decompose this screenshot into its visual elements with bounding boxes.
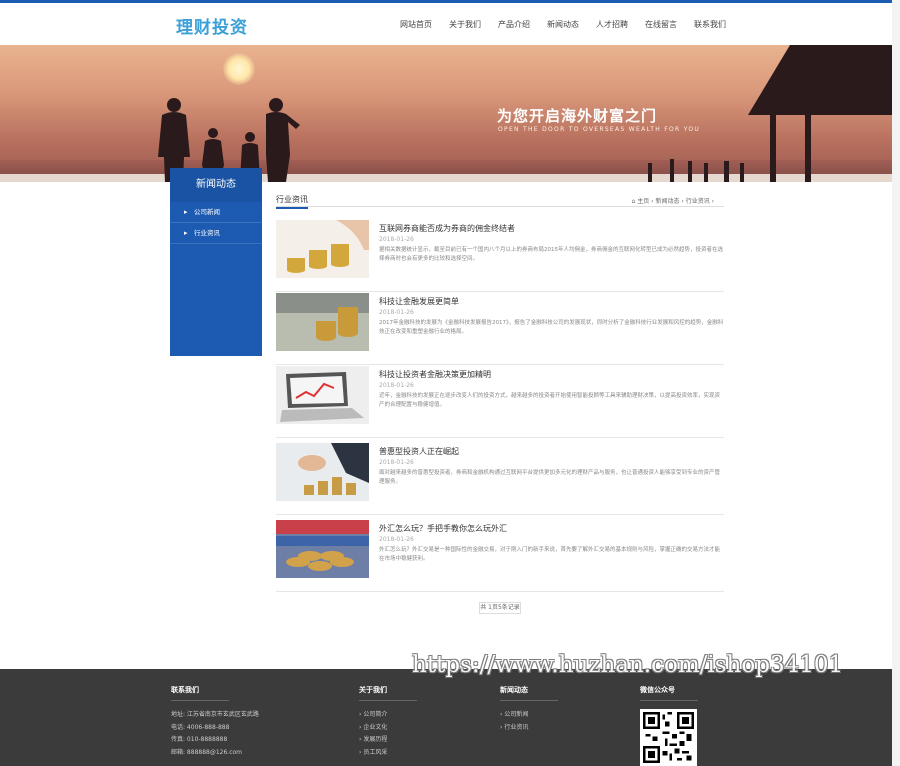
site-logo[interactable]: 理财投资 bbox=[176, 13, 248, 38]
pagination-info: 共 1页5条记录 bbox=[479, 602, 521, 614]
category-title: 行业资讯 bbox=[276, 194, 308, 209]
footer-news: 新闻动态 公司新闻 行业资讯 bbox=[500, 685, 558, 734]
banner-subtitle: OPEN THE DOOR TO OVERSEAS WEALTH FOR YOU bbox=[498, 126, 701, 133]
footer-link-intro[interactable]: 公司简介 bbox=[359, 709, 417, 722]
footer-news-title: 新闻动态 bbox=[500, 685, 558, 701]
wechat-qr-code bbox=[640, 709, 697, 766]
site-header: 理财投资 网站首页 关于我们 产品介绍 新闻动态 人才招聘 在线留言 联系我们 bbox=[0, 3, 892, 45]
beach-hut-silhouette bbox=[648, 45, 892, 182]
news-item[interactable]: 外汇怎么玩？手把手教你怎么玩外汇 2018-01-26 外汇怎么玩？外汇交易是一… bbox=[276, 520, 724, 592]
news-title[interactable]: 科技让金融发展更简单 bbox=[379, 296, 459, 307]
sidebar-title: 新闻动态 bbox=[170, 168, 262, 202]
news-title[interactable]: 普惠型投资人正在崛起 bbox=[379, 446, 459, 457]
news-date: 2018-01-26 bbox=[379, 309, 414, 316]
footer-wechat: 微信公众号 bbox=[640, 685, 698, 709]
news-summary: 2017年金融科技的发展为《金融科技发展报告2017》，报告了金融科技公司的发展… bbox=[379, 320, 724, 335]
news-item[interactable]: 互联网券商能否成为券商的佣金终结者 2018-01-26 据相关数据统计显示，截… bbox=[276, 220, 724, 292]
news-thumbnail[interactable] bbox=[276, 293, 369, 351]
news-item[interactable]: 科技让金融发展更简单 2018-01-26 2017年金融科技的发展为《金融科技… bbox=[276, 293, 724, 365]
footer-email: 邮箱: 888888@126.com bbox=[171, 748, 243, 756]
news-date: 2018-01-26 bbox=[379, 382, 414, 389]
news-item[interactable]: 普惠型投资人正在崛起 2018-01-26 面对越来越多的普惠型投资者，券商和金… bbox=[276, 443, 724, 515]
sidebar-item-industry-news[interactable]: 行业资讯 bbox=[170, 223, 262, 244]
footer-wechat-title: 微信公众号 bbox=[640, 685, 698, 701]
news-item[interactable]: 科技让投资者金融决策更加精明 2018-01-26 近年，金融科技的发展正在逐步… bbox=[276, 366, 724, 438]
breadcrumb[interactable]: ⌂ 主页 › 新闻动态 › 行业资讯 › bbox=[632, 196, 714, 205]
footer-address: 地址: 江苏省南京市玄武区玄武路 bbox=[171, 711, 259, 718]
site-footer: 联系我们 地址: 江苏省南京市玄武区玄武路 电话: 4006-888-888 传… bbox=[0, 669, 892, 766]
nav-contact[interactable]: 联系我们 bbox=[694, 19, 726, 30]
footer-fax: 传真: 010-8888888 bbox=[171, 736, 228, 743]
nav-products[interactable]: 产品介绍 bbox=[498, 19, 530, 30]
news-title[interactable]: 互联网券商能否成为券商的佣金终结者 bbox=[379, 223, 515, 234]
content-header: 行业资讯 ⌂ 主页 › 新闻动态 › 行业资讯 › bbox=[276, 193, 724, 209]
main-nav: 网站首页 关于我们 产品介绍 新闻动态 人才招聘 在线留言 联系我们 bbox=[400, 19, 743, 30]
news-title[interactable]: 科技让投资者金融决策更加精明 bbox=[379, 369, 491, 380]
footer-contact: 联系我们 地址: 江苏省南京市玄武区玄武路 电话: 4006-888-888 传… bbox=[171, 685, 259, 759]
footer-about: 关于我们 公司简介 企业文化 发展历程 员工风采 bbox=[359, 685, 417, 759]
banner-title: 为您开启海外财富之门 bbox=[497, 107, 658, 125]
footer-phone: 电话: 4006-888-888 bbox=[171, 723, 230, 731]
sunset-sun bbox=[223, 53, 255, 85]
scrollbar-track[interactable] bbox=[892, 0, 900, 766]
watermark-url: https://www.huzhan.com/ishop34101 bbox=[412, 652, 844, 678]
news-date: 2018-01-26 bbox=[379, 536, 414, 543]
hero-banner: 为您开启海外财富之门 OPEN THE DOOR TO OVERSEAS WEA… bbox=[0, 45, 892, 182]
news-thumbnail[interactable] bbox=[276, 520, 369, 578]
footer-about-title: 关于我们 bbox=[359, 685, 417, 701]
news-date: 2018-01-26 bbox=[379, 236, 414, 243]
footer-link-culture[interactable]: 企业文化 bbox=[359, 722, 417, 735]
news-summary: 面对越来越多的普惠型投资者，券商和金融机构通过互联网平台提供更加多元化的理财产品… bbox=[379, 470, 721, 485]
footer-link-company-news[interactable]: 公司新闻 bbox=[500, 709, 558, 722]
nav-message[interactable]: 在线留言 bbox=[645, 19, 677, 30]
footer-contact-title: 联系我们 bbox=[171, 685, 229, 701]
news-date: 2018-01-26 bbox=[379, 459, 414, 466]
nav-about[interactable]: 关于我们 bbox=[449, 19, 481, 30]
news-summary: 外汇怎么玩？外汇交易是一种国际性的金融交易，对于刚入门的新手来说，首先要了解外汇… bbox=[379, 547, 721, 562]
news-thumbnail[interactable] bbox=[276, 366, 369, 424]
news-summary: 近年，金融科技的发展正在逐步改变人们的投资方式，越来越多的投资者开始使用智能投顾… bbox=[379, 393, 721, 408]
footer-link-industry-news[interactable]: 行业资讯 bbox=[500, 722, 558, 735]
nav-home[interactable]: 网站首页 bbox=[400, 19, 432, 30]
news-thumbnail[interactable] bbox=[276, 443, 369, 501]
news-summary: 据相关数据统计显示，截至目前已有一个国内八个月以上的券商布局2015年人均佣金，… bbox=[379, 247, 724, 262]
nav-news[interactable]: 新闻动态 bbox=[547, 19, 579, 30]
footer-link-history[interactable]: 发展历程 bbox=[359, 734, 417, 747]
sidebar: 新闻动态 公司新闻 行业资讯 bbox=[170, 168, 262, 356]
nav-jobs[interactable]: 人才招聘 bbox=[596, 19, 628, 30]
news-thumbnail[interactable] bbox=[276, 220, 369, 278]
sidebar-item-company-news[interactable]: 公司新闻 bbox=[170, 202, 262, 223]
news-title[interactable]: 外汇怎么玩？手把手教你怎么玩外汇 bbox=[379, 523, 507, 534]
footer-link-staff[interactable]: 员工风采 bbox=[359, 747, 417, 760]
